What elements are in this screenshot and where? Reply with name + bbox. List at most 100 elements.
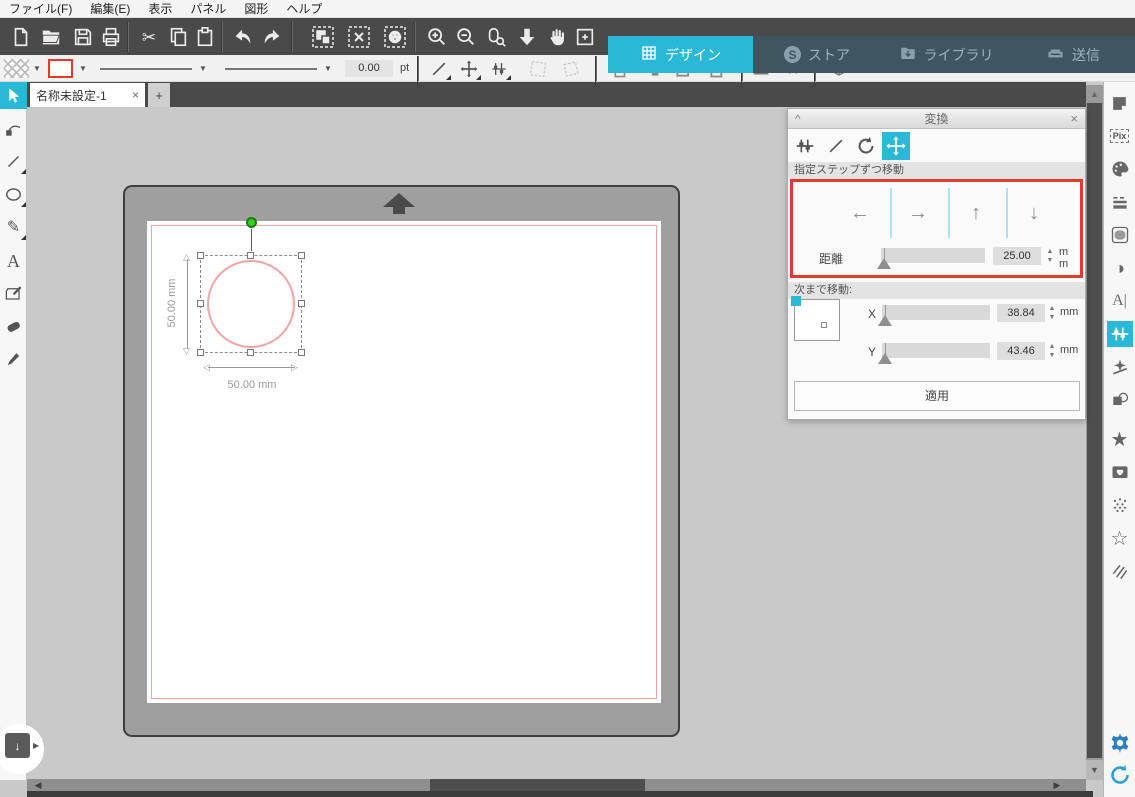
distance-input[interactable]: 25.00 <box>993 247 1041 265</box>
drag-zoom-icon[interactable] <box>483 24 509 50</box>
x-spinner[interactable]: ▲ ▼ <box>1047 304 1057 322</box>
text-style-icon[interactable]: A| <box>1107 288 1133 314</box>
star-outline-icon[interactable]: ☆ <box>1107 526 1133 552</box>
handle-mid-right[interactable] <box>298 300 305 307</box>
undo-icon[interactable] <box>230 24 256 50</box>
image-effects-icon[interactable] <box>1107 222 1133 248</box>
handle-top-right[interactable] <box>298 252 305 259</box>
zoom-out-icon[interactable] <box>453 24 479 50</box>
menu-help[interactable]: ヘルプ <box>277 0 331 17</box>
stroke-dropdown-icon[interactable]: ▼ <box>79 64 87 73</box>
pix-trace-icon[interactable]: Pix <box>1107 123 1133 149</box>
fit-page-icon[interactable] <box>514 24 540 50</box>
note-stamp-tool[interactable] <box>0 280 27 307</box>
knife-tool[interactable] <box>0 346 27 373</box>
distance-spinner[interactable]: ▲ ▼ <box>1045 247 1055 265</box>
line-weight-dropdown-icon[interactable]: ▼ <box>324 64 332 73</box>
cut-icon[interactable]: ✂ <box>136 24 162 50</box>
zoom-selection-icon[interactable] <box>572 24 598 50</box>
star-filled-icon[interactable]: ★ <box>1107 427 1133 453</box>
print-icon[interactable] <box>98 24 124 50</box>
contrast-icon[interactable]: ◑ <box>1107 255 1133 281</box>
ellipse-tool[interactable] <box>0 181 27 208</box>
apply-button[interactable]: 適用 <box>794 381 1080 411</box>
line-style-select[interactable] <box>100 68 192 70</box>
download-folder-icon[interactable]: ↓ <box>5 733 30 758</box>
panel-close-icon[interactable]: × <box>1070 109 1078 129</box>
handle-bottom-left[interactable] <box>197 349 204 356</box>
flyout-expand-icon[interactable]: ▶ <box>33 741 39 750</box>
paste-icon[interactable] <box>192 24 218 50</box>
handle-top-center[interactable] <box>247 252 254 259</box>
y-input[interactable]: 43.46 <box>997 342 1045 360</box>
save-icon[interactable] <box>70 24 96 50</box>
move-left-button[interactable]: ← <box>835 192 885 234</box>
screen-heart-icon[interactable] <box>1107 460 1133 486</box>
fill-swatch[interactable] <box>4 59 29 78</box>
copy-icon[interactable] <box>165 24 191 50</box>
tab-send[interactable]: 送信 <box>1011 36 1135 73</box>
line-weight-select[interactable] <box>225 68 317 70</box>
tab-library[interactable]: ライブラリ <box>881 36 1011 73</box>
x-input[interactable]: 38.84 <box>997 304 1045 322</box>
scroll-down-icon[interactable]: ▼ <box>1086 760 1103 780</box>
tab-design[interactable]: デザイン <box>608 36 753 73</box>
pan-hand-icon[interactable] <box>544 24 570 50</box>
panel-header[interactable]: ^ 変換 × <box>788 109 1085 129</box>
handle-top-left[interactable] <box>197 252 204 259</box>
pencil-tool[interactable]: ✎ <box>0 214 27 241</box>
move-down-button[interactable]: ↓ <box>1009 192 1059 234</box>
stroke-color-swatch[interactable] <box>48 59 73 78</box>
vertical-scroll-thumb[interactable] <box>1087 103 1102 758</box>
boolean-shapes-icon[interactable] <box>1107 387 1133 413</box>
vertical-scrollbar[interactable]: ▲ ▼ <box>1086 85 1103 780</box>
horizontal-scroll-thumb[interactable] <box>430 779 645 791</box>
color-palette-icon[interactable] <box>1107 156 1133 182</box>
text-tool[interactable]: A <box>0 247 27 274</box>
handle-bottom-right[interactable] <box>298 349 305 356</box>
menu-file[interactable]: ファイル(F) <box>0 0 81 17</box>
transform-tool-icon[interactable] <box>486 56 512 81</box>
scroll-up-icon[interactable]: ▲ <box>1086 85 1103 103</box>
settings-gear-icon[interactable] <box>1107 730 1133 756</box>
position-preview[interactable] <box>791 296 840 341</box>
line-segment-tool-icon[interactable] <box>426 56 452 81</box>
line-tool[interactable] <box>0 148 27 175</box>
tab-move-icon[interactable] <box>882 132 910 160</box>
line-style-dropdown-icon[interactable]: ▼ <box>199 64 207 73</box>
recolor-selection-icon[interactable] <box>382 24 408 50</box>
tab-rotate-icon[interactable] <box>852 132 880 160</box>
clear-selection-icon[interactable] <box>346 24 372 50</box>
eraser-tool[interactable] <box>0 313 27 340</box>
new-file-icon[interactable] <box>8 24 34 50</box>
panel-collapse-icon[interactable]: ^ <box>795 109 801 129</box>
point-edit-tool[interactable] <box>0 115 27 142</box>
document-tab[interactable]: 名称未設定-1 × <box>30 83 145 107</box>
move-up-button[interactable]: ↑ <box>951 192 1001 234</box>
close-document-icon[interactable]: × <box>132 88 139 102</box>
line-style-icon[interactable] <box>1107 189 1133 215</box>
menu-shapes[interactable]: 図形 <box>235 0 277 17</box>
y-slider[interactable] <box>878 343 990 364</box>
tab-store[interactable]: S ストア <box>753 36 881 73</box>
tab-scale-icon[interactable] <box>791 132 819 160</box>
page-setup-icon[interactable] <box>1107 90 1133 116</box>
menu-view[interactable]: 表示 <box>139 0 181 17</box>
redo-icon[interactable] <box>259 24 285 50</box>
modify-spark-icon[interactable] <box>1107 354 1133 380</box>
zoom-in-icon[interactable] <box>424 24 450 50</box>
menu-edit[interactable]: 編集(E) <box>81 0 139 17</box>
rotate-bounds-icon[interactable] <box>525 56 551 81</box>
stroke-width-input[interactable]: 0.00 <box>345 60 393 77</box>
scroll-left-icon[interactable]: ◀ <box>29 779 47 791</box>
open-file-icon[interactable] <box>38 24 64 50</box>
handle-bottom-center[interactable] <box>247 349 254 356</box>
new-document-tab-button[interactable]: + <box>148 83 170 107</box>
hatch-lines-icon[interactable] <box>1107 559 1133 585</box>
horizontal-scrollbar[interactable]: ◀ ▶ <box>27 779 1086 791</box>
rotation-handle[interactable] <box>246 217 257 228</box>
transform-panel-icon[interactable] <box>1106 321 1133 347</box>
refresh-icon[interactable] <box>1107 762 1133 788</box>
scroll-right-icon[interactable]: ▶ <box>1048 779 1066 791</box>
selection-bounding-box[interactable] <box>197 252 305 356</box>
